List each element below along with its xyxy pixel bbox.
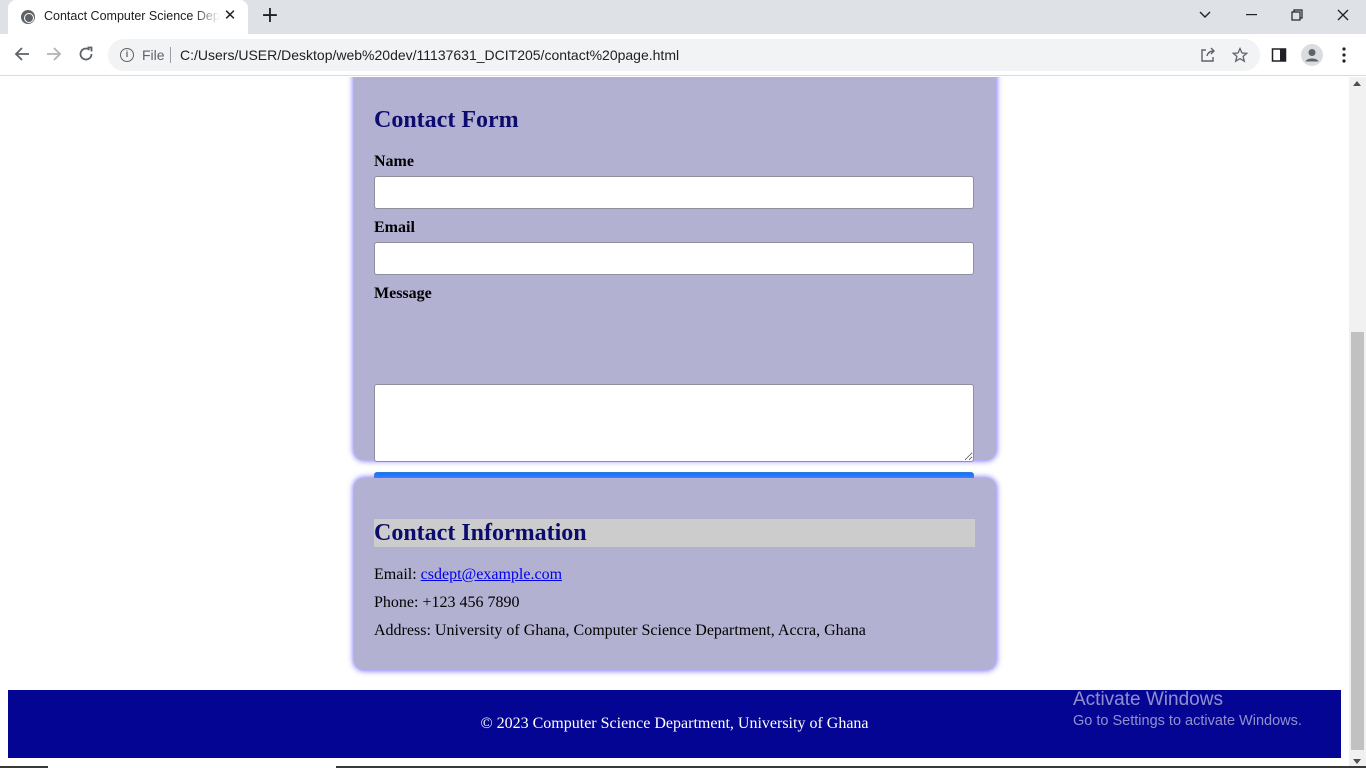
- tab-search-chevron-icon[interactable]: [1182, 0, 1228, 30]
- file-scheme-label: File: [142, 47, 165, 63]
- close-window-icon[interactable]: [1320, 0, 1366, 30]
- message-textarea[interactable]: [374, 384, 974, 462]
- restore-icon[interactable]: [1274, 0, 1320, 30]
- contact-form-card: Contact Form Name Email Message Submit: [354, 77, 996, 505]
- email-prefix: Email:: [374, 566, 417, 583]
- tab-title: Contact Computer Science Department: [44, 9, 220, 23]
- contact-info-title: Contact Information: [374, 519, 975, 547]
- address-separator: [170, 47, 171, 63]
- scroll-up-arrow-icon[interactable]: [1353, 81, 1361, 86]
- globe-icon: [21, 10, 35, 24]
- page-viewport: Contact Form Name Email Message Submit C…: [0, 77, 1366, 768]
- profile-avatar-icon[interactable]: [1300, 43, 1324, 67]
- footer-copyright: © 2023 Computer Science Department, Univ…: [480, 715, 869, 732]
- address-bar[interactable]: i File C:/Users/USER/Desktop/web%20dev/1…: [108, 39, 1260, 71]
- vertical-scrollbar[interactable]: [1349, 77, 1366, 768]
- scroll-down-arrow-icon[interactable]: [1353, 759, 1361, 764]
- contact-email-line: Email: csdept@example.com: [374, 566, 562, 584]
- url-text[interactable]: C:/Users/USER/Desktop/web%20dev/11137631…: [180, 47, 679, 63]
- new-tab-icon[interactable]: +: [258, 5, 282, 29]
- contact-phone-line: Phone: +123 456 7890: [374, 594, 520, 611]
- email-link[interactable]: csdept@example.com: [421, 566, 562, 583]
- forward-arrow-icon[interactable]: [40, 40, 68, 68]
- browser-tabstrip: Contact Computer Science Department ✕ +: [0, 0, 1366, 34]
- back-arrow-icon[interactable]: [8, 40, 36, 68]
- minimize-icon[interactable]: [1228, 0, 1274, 30]
- email-input[interactable]: [374, 242, 974, 275]
- reload-icon[interactable]: [72, 40, 100, 68]
- close-tab-icon[interactable]: ✕: [222, 8, 238, 24]
- message-label: Message: [374, 285, 432, 302]
- browser-tab[interactable]: Contact Computer Science Department ✕: [8, 0, 248, 34]
- scrollbar-thumb[interactable]: [1351, 332, 1364, 750]
- site-info-icon[interactable]: i: [120, 48, 134, 62]
- more-menu-icon[interactable]: [1332, 43, 1356, 67]
- name-label: Name: [374, 153, 414, 170]
- activate-windows-watermark: Activate Windows Go to Settings to activ…: [1073, 689, 1302, 729]
- email-label: Email: [374, 219, 415, 236]
- share-icon[interactable]: [1198, 45, 1218, 65]
- contact-address-line: Address: University of Ghana, Computer S…: [374, 622, 866, 639]
- side-panel-icon[interactable]: [1267, 43, 1291, 67]
- browser-toolbar: i File C:/Users/USER/Desktop/web%20dev/1…: [0, 34, 1366, 76]
- bookmark-star-icon[interactable]: [1230, 45, 1250, 65]
- name-input[interactable]: [374, 176, 974, 209]
- watermark-subtitle: Go to Settings to activate Windows.: [1073, 713, 1302, 729]
- contact-form-title: Contact Form: [374, 107, 519, 133]
- contact-info-card: Contact Information Email: csdept@exampl…: [354, 478, 996, 670]
- watermark-title: Activate Windows: [1073, 689, 1223, 710]
